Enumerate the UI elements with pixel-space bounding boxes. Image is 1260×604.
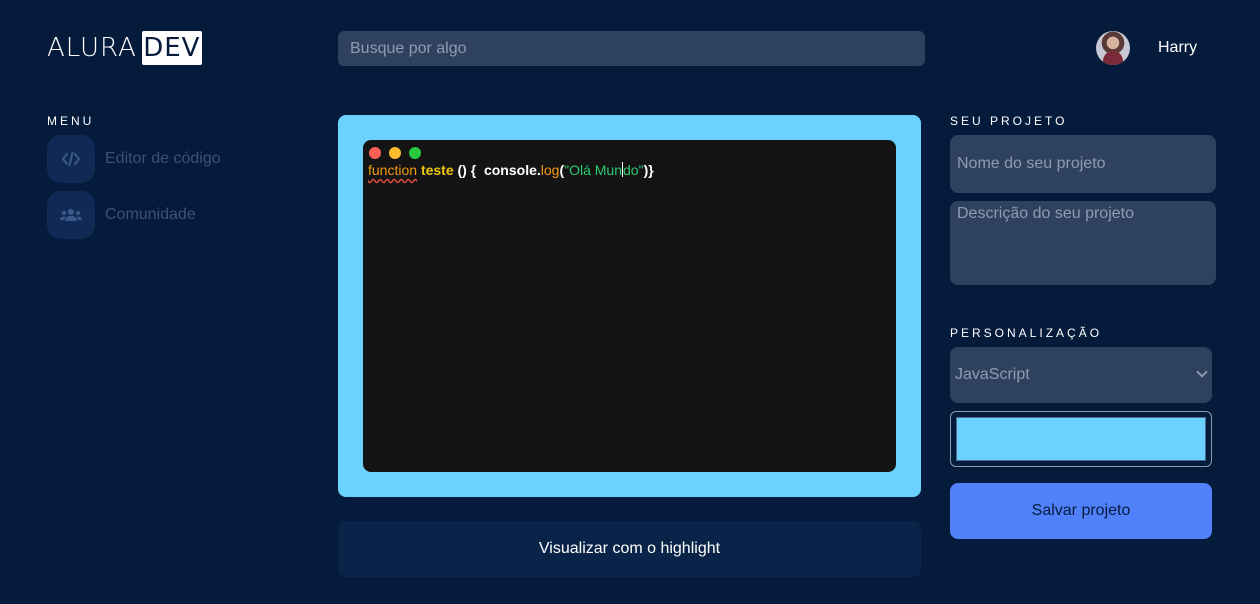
language-select[interactable]: JavaScript [950,347,1212,403]
yellow-dot-icon [389,147,401,159]
highlight-button[interactable]: Visualizar com o highlight [338,521,921,577]
menu-item-community[interactable]: Comunidade [47,191,196,239]
search-input[interactable] [338,31,925,66]
code-content[interactable]: function teste () { console.log("Olá Mun… [368,162,654,178]
code-string-start: "Olá Mun [564,162,623,178]
menu-item-label: Comunidade [105,206,196,223]
green-dot-icon [409,147,421,159]
code-parens: () { [457,162,477,178]
color-picker[interactable] [950,411,1212,467]
code-editor[interactable]: function teste () { console.log("Olá Mun… [363,140,896,472]
window-dots [369,147,421,159]
logo[interactable]: ALURA DEV [47,31,202,65]
logo-badge: DEV [141,31,202,65]
code-keyword: function [368,162,418,178]
chevron-down-icon [1196,366,1208,378]
code-close: )} [643,162,654,178]
code-icon [47,135,95,183]
project-name-input[interactable] [950,135,1216,193]
project-description-input[interactable] [950,201,1216,285]
menu-title: MENU [47,114,95,128]
red-dot-icon [369,147,381,159]
code-object: console. [483,162,541,178]
logo-text: ALURA [47,33,137,63]
avatar[interactable] [1096,31,1130,65]
menu-item-label: Editor de código [105,150,221,167]
editor-frame: function teste () { console.log("Olá Mun… [338,115,921,497]
save-project-button[interactable]: Salvar projeto [950,483,1212,539]
language-select-value: JavaScript [955,366,1030,383]
menu-item-editor[interactable]: Editor de código [47,135,221,183]
code-string-end: do" [623,162,644,178]
users-icon [47,191,95,239]
color-swatch [956,417,1206,461]
code-method: log [540,162,560,178]
project-section-title: SEU PROJETO [950,114,1068,128]
customization-section-title: PERSONALIZAÇÃO [950,326,1103,340]
user-name[interactable]: Harry [1158,39,1197,57]
code-function-name: teste [420,162,454,178]
